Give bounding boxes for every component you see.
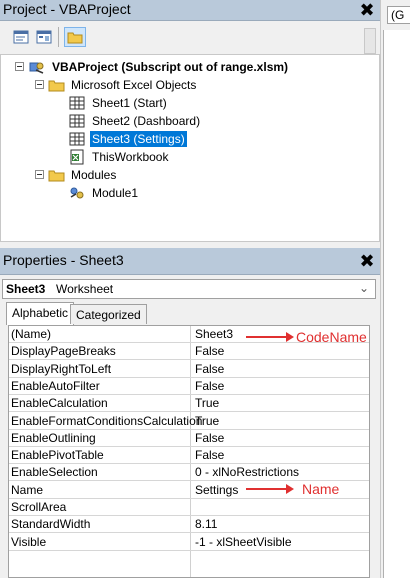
property-row[interactable]: EnableOutlining False [9,430,369,447]
folder-icon [67,32,83,44]
tree-node-thisworkbook[interactable]: ThisWorkbook [1,149,371,165]
tree-label-sheet3: Sheet3 (Settings) [90,131,187,147]
property-value[interactable]: -1 - xlSheetVisible [195,535,292,549]
worksheet-icon [69,114,85,128]
tree-node-sheet1[interactable]: Sheet1 (Start) [1,95,371,111]
tree-node-sheet3[interactable]: Sheet3 (Settings) [1,131,371,147]
annotation-codename: CodeName [296,329,367,345]
view-code-button[interactable] [10,27,32,47]
tree-label-module1: Module1 [92,186,139,200]
property-value[interactable]: 0 - xlNoRestrictions [195,465,299,479]
property-row[interactable]: EnableCalculation True [9,395,369,413]
tree-node-excel-objects[interactable]: Microsoft Excel Objects [1,77,371,93]
toolbar-separator [58,27,59,47]
tree-label-sheet1: Sheet1 (Start) [92,96,167,110]
code-editor[interactable] [383,30,410,578]
properties-close-button[interactable]: ✖ [356,252,378,270]
object-combo[interactable]: (G [387,6,410,24]
property-name: (Name) [11,327,52,341]
property-row[interactable]: EnableAutoFilter False [9,378,369,395]
property-value[interactable]: Settings [195,483,238,497]
code-window-edge: (G [380,0,410,578]
collapse-toggle[interactable] [35,80,44,89]
project-tree: VBAProject (Subscript out of range.xlsm)… [0,54,380,242]
tree-label-modules: Modules [71,168,117,182]
property-name: DisplayPageBreaks [11,344,116,359]
properties-titlebar: Properties - Sheet3 ✖ [0,248,380,275]
worksheet-icon [69,96,85,110]
tree-label-sheet2: Sheet2 (Dashboard) [92,114,201,128]
property-value[interactable]: False [195,344,224,358]
object-selector-type: Worksheet [56,282,114,296]
module-icon [70,187,84,199]
tree-label-excel-objects: Microsoft Excel Objects [71,78,197,92]
property-row[interactable]: EnablePivotTable False [9,447,369,465]
property-value[interactable]: False [195,448,224,462]
property-row[interactable]: DisplayPageBreaks False [9,343,369,361]
property-row[interactable]: EnableFormatConditionsCalculation True [9,413,369,430]
property-name: DisplayRightToLeft [11,361,112,376]
tab-categorized[interactable]: Categorized [70,304,147,324]
properties-tabs: Alphabetic Categorized [0,302,380,325]
project-title: Project - VBAProject [3,1,131,17]
object-selector-name: Sheet3 [6,282,46,296]
property-row[interactable]: Visible -1 - xlSheetVisible [9,534,369,551]
property-name: ScrollArea [11,500,67,514]
view-object-icon [36,30,52,44]
property-value[interactable]: 8.11 [195,517,217,531]
name-arrow [246,484,294,494]
tree-node-module1[interactable]: Module1 [1,185,371,201]
property-value[interactable]: True [195,414,219,428]
project-titlebar: Project - VBAProject ✖ [0,0,380,21]
workbook-icon [70,149,84,165]
property-row[interactable]: EnableSelection 0 - xlNoRestrictions [9,464,369,482]
property-name: EnableCalculation [11,396,108,411]
property-row[interactable]: DisplayRightToLeft False [9,361,369,378]
property-row[interactable]: StandardWidth 8.11 [9,516,369,534]
project-toolbar [0,21,380,53]
property-name: EnableOutlining [11,430,96,445]
tab-alphabetic[interactable]: Alphabetic [6,302,75,325]
view-object-button[interactable] [33,27,55,47]
tree-label-thisworkbook: ThisWorkbook [92,150,169,164]
property-value[interactable]: Sheet3 [195,327,233,341]
collapse-toggle[interactable] [15,62,24,71]
tree-node-sheet2[interactable]: Sheet2 (Dashboard) [1,113,371,129]
project-close-button[interactable]: ✖ [356,1,378,19]
property-name: EnableFormatConditionsCalculation [11,413,203,428]
tree-label-project: VBAProject (Subscript out of range.xlsm) [52,60,289,74]
project-scroll-thumb[interactable] [364,28,376,54]
properties-title: Properties - Sheet3 [3,252,124,268]
view-code-icon [13,30,29,44]
property-row[interactable]: ScrollArea [9,499,369,516]
properties-grid: (Name) Sheet3 DisplayPageBreaks False Displa… [8,325,370,578]
property-value[interactable]: False [195,362,224,376]
annotation-name: Name [302,481,340,497]
property-name: EnableSelection [11,465,98,480]
collapse-toggle[interactable] [35,170,44,179]
property-name: EnableAutoFilter [11,378,100,393]
worksheet-icon [69,132,85,146]
project-explorer: Project - VBAProject ✖ VBAProject (Subsc… [0,0,380,246]
object-selector[interactable]: Sheet3 Worksheet ⌄ [2,279,376,299]
vba-project-icon [29,62,44,74]
property-name: Name [11,482,44,497]
property-value[interactable]: False [195,431,224,445]
property-name: Visible [11,534,47,549]
property-name: EnablePivotTable [11,448,104,463]
chevron-down-icon[interactable]: ⌄ [359,281,369,295]
folder-open-icon [48,170,65,182]
tree-node-modules[interactable]: Modules [1,167,371,183]
property-value[interactable]: True [195,396,219,410]
toggle-folders-button[interactable] [64,27,86,47]
folder-open-icon [48,80,65,92]
codename-arrow [246,332,294,342]
tree-node-project[interactable]: VBAProject (Subscript out of range.xlsm) [1,59,371,75]
property-value[interactable]: False [195,379,224,393]
property-name: StandardWidth [11,517,91,532]
